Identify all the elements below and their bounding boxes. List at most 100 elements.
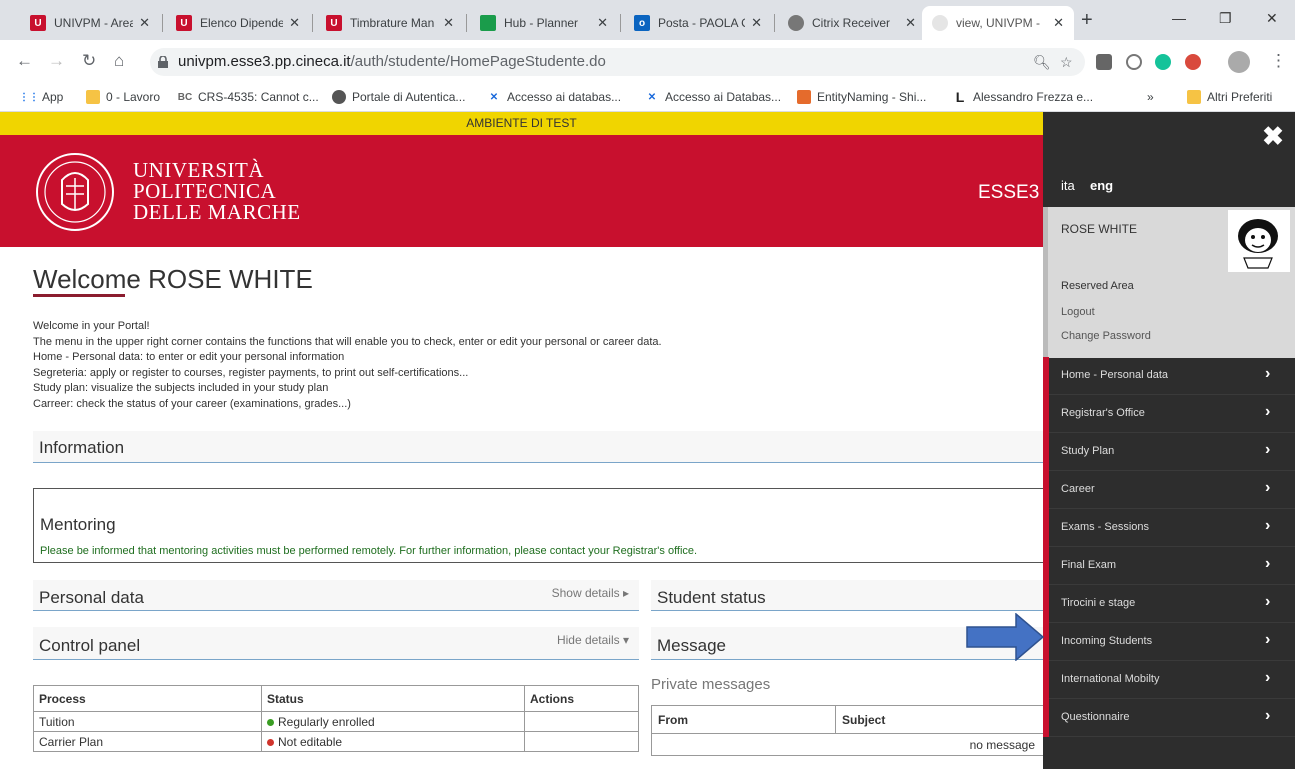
bookmark[interactable]: L Alessandro Frezza e... bbox=[953, 89, 1093, 105]
logout-link[interactable]: Logout bbox=[1061, 306, 1095, 318]
menu-item-exams-sessions[interactable]: Exams - Sessions › bbox=[1043, 509, 1295, 547]
reserved-area-link[interactable]: Reserved Area bbox=[1061, 280, 1134, 292]
browser-tab[interactable]: U Elenco Dipende ✕ bbox=[166, 6, 310, 40]
bookmark[interactable]: Portale di Autentica... bbox=[332, 90, 465, 104]
mentoring-box: Mentoring Please be informed that mentor… bbox=[33, 488, 1043, 563]
university-seal-logo bbox=[36, 153, 114, 231]
star-icon[interactable]: ☆ bbox=[1060, 54, 1073, 71]
close-tab-icon[interactable]: ✕ bbox=[905, 15, 916, 31]
lang-ita-link[interactable]: ita bbox=[1061, 178, 1075, 193]
close-tab-icon[interactable]: ✕ bbox=[139, 15, 150, 31]
university-name[interactable]: UNIVERSITÀ POLITECNICA DELLE MARCHE bbox=[133, 160, 301, 223]
page-title: Welcome ROSE WHITE bbox=[33, 264, 313, 294]
citrix-favicon bbox=[788, 15, 804, 31]
grammarly-icon[interactable] bbox=[1155, 54, 1171, 70]
lang-eng-link[interactable]: eng bbox=[1090, 178, 1113, 193]
status-red-dot-icon bbox=[267, 738, 274, 746]
menu-item-questionnaire[interactable]: Questionnaire › bbox=[1043, 699, 1295, 737]
table-header-row: From Subject bbox=[651, 705, 1043, 734]
bc-icon: BC bbox=[177, 91, 193, 103]
close-menu-icon[interactable]: ✖ bbox=[1261, 123, 1285, 149]
information-section: Information bbox=[33, 431, 1043, 463]
bookmark[interactable]: EntityNaming - Shi... bbox=[797, 90, 926, 104]
chevron-right-icon: › bbox=[1265, 365, 1271, 382]
table-header-row: Process Status Actions bbox=[33, 685, 639, 712]
student-status-section[interactable]: Student status bbox=[651, 580, 1043, 611]
table-row: Carrier Plan Not editable bbox=[33, 731, 639, 752]
forward-icon[interactable]: → bbox=[48, 51, 65, 71]
page-favicon bbox=[932, 15, 948, 31]
chevron-right-icon: › bbox=[1265, 593, 1271, 610]
home-icon[interactable]: ⌂ bbox=[114, 51, 124, 71]
globe-icon bbox=[332, 90, 346, 104]
close-tab-icon[interactable]: ✕ bbox=[1053, 15, 1064, 31]
messages-table: From Subject no message bbox=[651, 705, 1043, 756]
browser-tab-active[interactable]: view, UNIVPM - ✕ bbox=[922, 6, 1074, 40]
menu-item-incoming-students[interactable]: Incoming Students › bbox=[1043, 623, 1295, 661]
chevron-right-icon: › bbox=[1265, 517, 1271, 534]
folder-icon bbox=[86, 90, 100, 104]
chevron-right-icon: › bbox=[1265, 555, 1271, 572]
status-green-dot-icon bbox=[267, 718, 274, 726]
control-panel-section[interactable]: Control panel Hide details ▾ bbox=[33, 627, 639, 660]
bookmark-folder[interactable]: Altri Preferiti bbox=[1187, 90, 1272, 104]
private-messages-title: Private messages bbox=[651, 676, 771, 693]
minimize-icon[interactable]: — bbox=[1172, 10, 1186, 26]
univpm-favicon: U bbox=[326, 15, 342, 31]
menu-item-home-personal-data[interactable]: Home - Personal data › bbox=[1043, 357, 1295, 395]
menu-item-study-plan[interactable]: Study Plan › bbox=[1043, 433, 1295, 471]
hide-details-toggle[interactable]: Hide details ▾ bbox=[557, 633, 629, 647]
shield-icon bbox=[797, 90, 811, 104]
tab-title: Elenco Dipende bbox=[200, 16, 284, 30]
user-name: ROSE WHITE bbox=[1061, 222, 1138, 236]
bookmarks-more-button[interactable]: » bbox=[1147, 90, 1154, 104]
chevron-right-icon: › bbox=[1265, 403, 1271, 420]
show-details-toggle[interactable]: Show details ▸ bbox=[552, 586, 629, 600]
reload-icon[interactable]: ↻ bbox=[82, 51, 96, 71]
extension-icon[interactable] bbox=[1096, 54, 1112, 70]
menu-item-tirocini-e-stage[interactable]: Tirocini e stage › bbox=[1043, 585, 1295, 623]
univpm-favicon: U bbox=[30, 15, 46, 31]
url-text[interactable]: univpm.esse3.pp.cineca.it/auth/studente/… bbox=[178, 53, 606, 70]
bookmark-folder[interactable]: 0 - Lavoro bbox=[86, 90, 160, 104]
confluence-icon: ✕ bbox=[489, 91, 499, 103]
new-tab-button[interactable]: + bbox=[1081, 10, 1093, 30]
lock-icon bbox=[158, 56, 168, 68]
personal-data-section[interactable]: Personal data Show details ▸ bbox=[33, 580, 639, 611]
menu-item-career[interactable]: Career › bbox=[1043, 471, 1295, 509]
close-window-icon[interactable]: ✕ bbox=[1266, 10, 1278, 27]
menu-item-final-exam[interactable]: Final Exam › bbox=[1043, 547, 1295, 585]
bookmarks-bar: ⋮⋮ App 0 - Lavoro BC CRS-4535: Cannot c...… bbox=[0, 84, 1295, 112]
browser-tab[interactable]: U Timbrature Man ✕ bbox=[316, 6, 464, 40]
browser-tab[interactable]: o Posta - PAOLA C ✕ bbox=[624, 6, 772, 40]
avatar bbox=[1228, 210, 1290, 272]
bookmark-apps[interactable]: ⋮⋮ App bbox=[19, 90, 63, 104]
extension-icon[interactable] bbox=[1126, 54, 1142, 70]
menu-item-registrars-office[interactable]: Registrar's Office › bbox=[1043, 395, 1295, 433]
back-icon[interactable]: ← bbox=[16, 51, 33, 71]
extension-icon[interactable] bbox=[1185, 54, 1201, 70]
profile-avatar[interactable] bbox=[1228, 51, 1250, 73]
close-tab-icon[interactable]: ✕ bbox=[751, 15, 762, 31]
chevron-right-icon: › bbox=[1265, 441, 1271, 458]
browser-tab[interactable]: Hub - Planner ✕ bbox=[470, 6, 618, 40]
zoom-icon[interactable]: 🔍︎ bbox=[1033, 54, 1051, 71]
close-tab-icon[interactable]: ✕ bbox=[289, 15, 300, 31]
folder-icon bbox=[1187, 90, 1201, 104]
browser-menu-icon[interactable]: ⋮ bbox=[1270, 51, 1287, 71]
restore-icon[interactable]: ❐ bbox=[1219, 10, 1232, 27]
tab-title: Citrix Receiver bbox=[812, 16, 891, 30]
browser-tab[interactable]: Citrix Receiver ✕ bbox=[778, 6, 926, 40]
bookmark[interactable]: ✕ Accesso ai databas... bbox=[487, 90, 621, 104]
bookmark[interactable]: BC CRS-4535: Cannot c... bbox=[178, 90, 319, 104]
close-tab-icon[interactable]: ✕ bbox=[597, 15, 608, 31]
mentoring-title: Mentoring bbox=[40, 515, 116, 534]
bookmark[interactable]: ✕ Accesso ai Databas... bbox=[645, 90, 781, 104]
chevron-right-icon: › bbox=[1265, 707, 1271, 724]
process-table: Process Status Actions Tuition Regularly… bbox=[33, 685, 639, 752]
mentoring-text: Please be informed that mentoring activi… bbox=[40, 545, 698, 557]
browser-tab[interactable]: U UNIVPM - Area ✕ bbox=[20, 6, 160, 40]
close-tab-icon[interactable]: ✕ bbox=[443, 15, 454, 31]
menu-item-international-mobility[interactable]: International Mobilty › bbox=[1043, 661, 1295, 699]
change-password-link[interactable]: Change Password bbox=[1061, 330, 1151, 342]
